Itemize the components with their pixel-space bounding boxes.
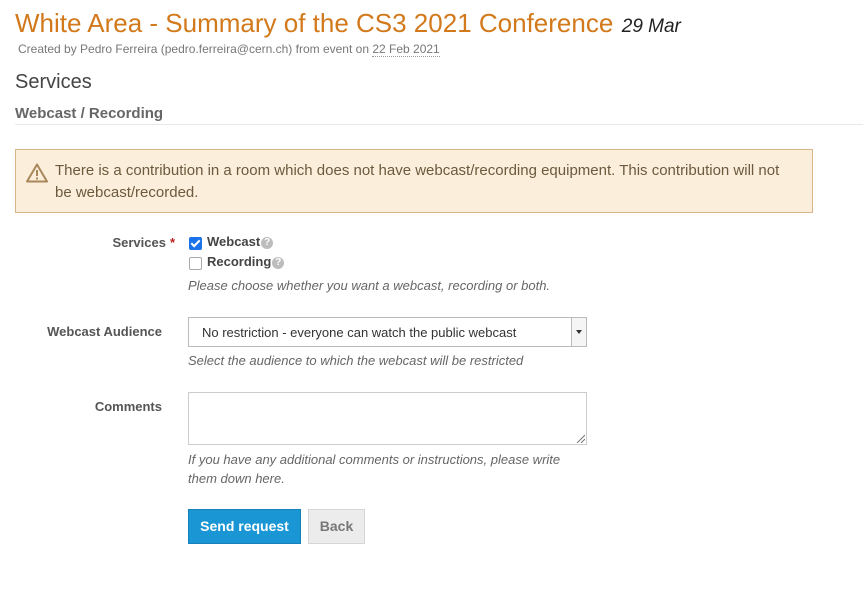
event-header: White Area - Summary of the CS3 2021 Con… [15,8,681,39]
created-by-text: Created by Pedro Ferreira (pedro.ferreir… [18,42,373,56]
page-subtitle: Webcast / Recording [15,105,164,122]
divider [15,124,863,125]
services-label: Services * [60,235,175,250]
recording-checkbox[interactable] [189,257,202,270]
comments-hint-line-2: them down here. [188,471,285,486]
audience-select[interactable]: No restriction - everyone can watch the … [188,317,587,347]
required-marker: * [169,235,175,250]
comments-textarea[interactable] [188,392,587,445]
help-icon[interactable]: ? [261,236,274,249]
event-date: 29 Mar [621,16,681,37]
chevron-down-icon[interactable] [571,318,586,346]
event-title[interactable]: White Area - Summary of the CS3 2021 Con… [15,8,613,38]
comments-label: Comments [94,399,162,414]
back-button[interactable]: Back [308,509,365,544]
audience-label: Webcast Audience [47,324,162,339]
warning-triangle-icon [26,163,48,183]
warning-text: There is a contribution in a room which … [55,162,780,201]
webcast-checkbox[interactable] [189,237,202,250]
page-title: Services [15,71,92,93]
comments-hint-line-1: If you have any additional comments or i… [188,452,561,467]
warning-message: There is a contribution in a room which … [15,149,813,213]
help-icon[interactable]: ? [272,256,285,269]
services-hint: Please choose whether you want a webcast… [188,278,551,293]
webcast-label: Webcast [207,234,261,249]
webcast-option[interactable]: Webcast? [207,234,274,249]
send-request-button[interactable]: Send request [188,509,301,544]
comments-hint: If you have any additional comments or i… [188,450,560,488]
audience-selected-value: No restriction - everyone can watch the … [202,325,517,340]
services-label-text: Services [112,235,166,250]
created-date: 22 Feb 2021 [372,42,440,57]
created-by-info: Created by Pedro Ferreira (pedro.ferreir… [18,42,440,57]
recording-option[interactable]: Recording? [207,254,285,269]
audience-hint: Select the audience to which the webcast… [188,353,524,368]
resize-handle-icon[interactable] [575,433,585,443]
recording-label: Recording [207,254,272,269]
